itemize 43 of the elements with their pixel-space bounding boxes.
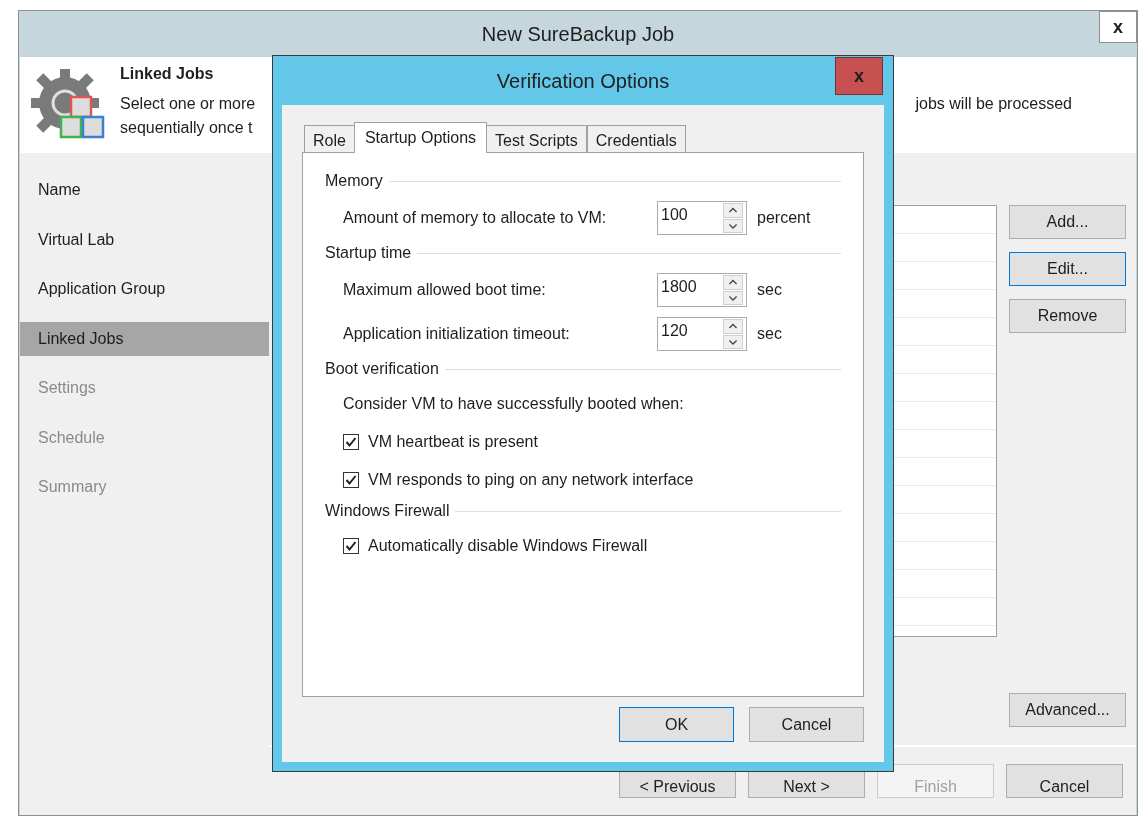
spin-box[interactable]: 100 xyxy=(657,201,747,235)
header-title: Linked Jobs xyxy=(120,64,214,84)
unit-label: percent xyxy=(757,208,811,228)
checkbox[interactable] xyxy=(343,472,359,488)
tab[interactable]: Test Scripts xyxy=(486,125,587,152)
dialog-title: Verification Options xyxy=(496,68,670,94)
window-title: New SureBackup Job xyxy=(481,22,675,47)
section-title: Startup time xyxy=(325,243,412,263)
checkbox-label: Automatically disable Windows Firewall xyxy=(368,536,648,556)
sidebar-item[interactable]: Name xyxy=(20,173,269,207)
tab[interactable]: Startup Options xyxy=(353,122,488,153)
dialog-button[interactable]: Cancel xyxy=(749,707,864,742)
unit-label: sec xyxy=(757,280,782,300)
advanced-button[interactable]: Advanced... xyxy=(1009,693,1126,727)
sidebar-item[interactable]: Linked Jobs xyxy=(20,321,269,356)
spin-box[interactable]: 1800 xyxy=(657,273,747,307)
side-button[interactable]: Edit... xyxy=(1009,252,1126,286)
sidebar-item[interactable]: Virtual Lab xyxy=(20,222,269,257)
checkbox[interactable] xyxy=(343,538,359,554)
section-title: Windows Firewall xyxy=(325,501,450,521)
footer-button[interactable]: Cancel xyxy=(1006,764,1123,798)
section-title: Boot verification xyxy=(325,359,439,379)
checkbox-label: VM heartbeat is present xyxy=(368,432,538,452)
checkbox[interactable] xyxy=(343,434,359,450)
close-button[interactable]: x xyxy=(1099,11,1137,43)
header-description: Select one or more xyxy=(120,94,256,114)
section-title: Memory xyxy=(325,171,383,191)
side-button[interactable]: Remove xyxy=(1009,299,1126,333)
tab[interactable]: Credentials xyxy=(586,125,686,152)
checkbox-label: VM responds to ping on any network interface xyxy=(368,470,694,490)
header-description: jobs will be processed xyxy=(915,94,1072,114)
dialog-button[interactable]: OK xyxy=(619,707,734,742)
tab[interactable]: Role xyxy=(304,125,355,152)
spin-box[interactable]: 120 xyxy=(657,317,747,351)
field-label: Amount of memory to allocate to VM: xyxy=(343,208,608,228)
side-button[interactable]: Add... xyxy=(1009,205,1126,239)
field-label: Application initialization timeout: xyxy=(343,324,571,344)
instruction-text: Consider VM to have successfully booted when: xyxy=(343,394,684,414)
close-button[interactable]: x xyxy=(835,57,883,95)
field-label: Maximum allowed boot time: xyxy=(343,280,547,300)
header-description: sequentially once t xyxy=(120,118,253,138)
sidebar-item[interactable]: Application Group xyxy=(20,272,269,306)
unit-label: sec xyxy=(757,324,782,344)
